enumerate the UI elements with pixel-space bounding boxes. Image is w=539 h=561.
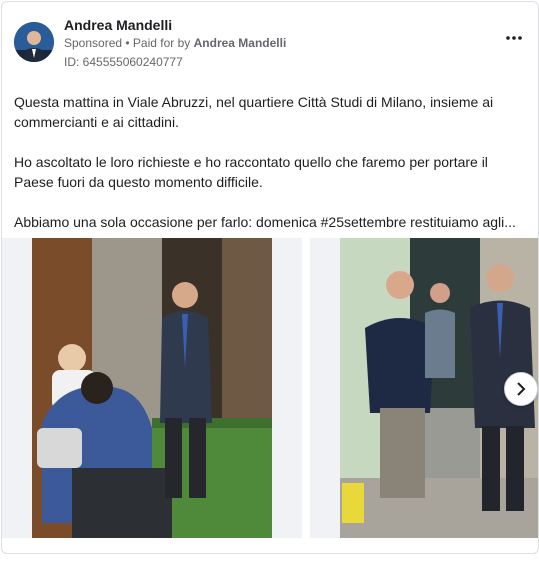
avatar[interactable] — [14, 22, 54, 62]
chevron-right-icon — [517, 382, 526, 396]
author-name[interactable]: Andrea Mandelli — [64, 17, 172, 33]
ad-card: Andrea Mandelli Sponsored • Paid for by … — [1, 1, 539, 554]
carousel-image-1[interactable] — [2, 238, 302, 538]
image-carousel — [2, 238, 538, 538]
paid-for-name: Andrea Mandelli — [193, 36, 287, 50]
post-paragraph-2: Ho ascoltato le loro richieste e ho racc… — [14, 154, 488, 190]
sponsored-label: Sponsored — [64, 36, 123, 50]
more-options-button[interactable] — [502, 28, 526, 44]
post-paragraph-1: Questa mattina in Viale Abruzzi, nel qua… — [14, 94, 494, 130]
more-horizontal-icon — [506, 36, 522, 40]
post-paragraph-3: Abbiamo una sola occasione per farlo: do… — [14, 214, 516, 230]
ad-id: ID: 645555060240777 — [64, 55, 183, 69]
post-text: Questa mattina in Viale Abruzzi, nel qua… — [14, 92, 526, 252]
paid-for-prefix: • Paid for by — [122, 36, 194, 50]
carousel-next-button[interactable] — [504, 372, 538, 406]
sponsored-line: Sponsored • Paid for by Andrea Mandelli — [64, 36, 286, 50]
